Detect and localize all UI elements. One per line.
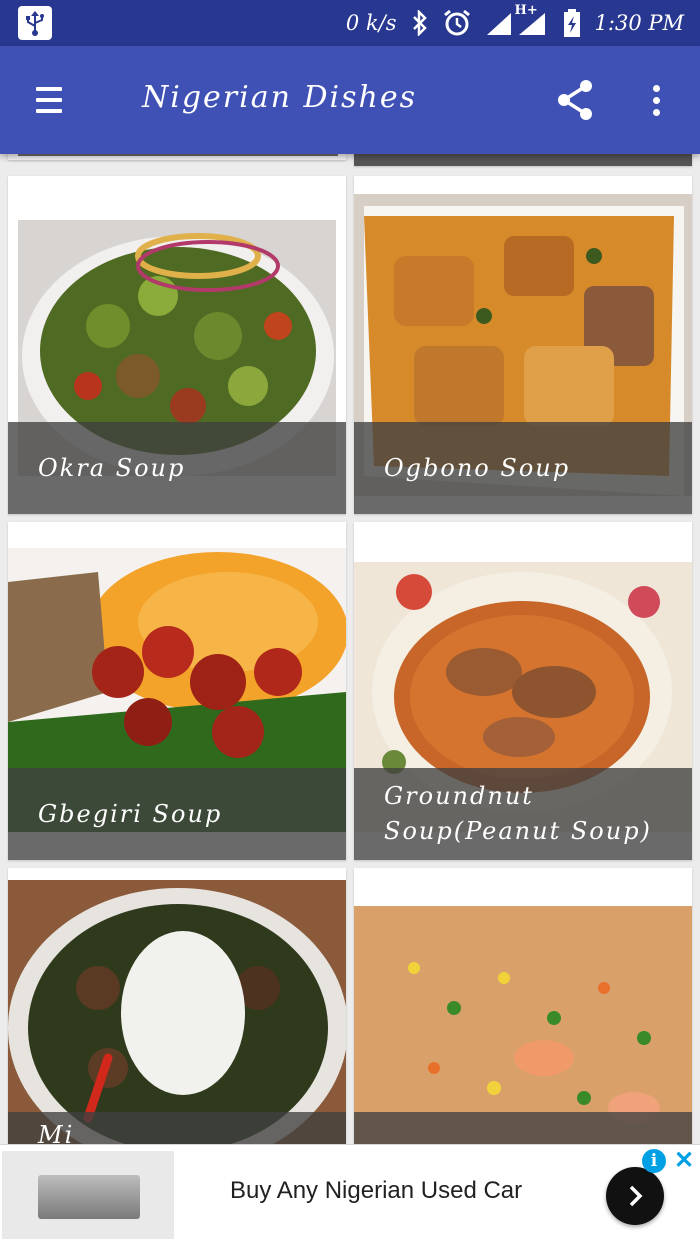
clock-time: 1:30 PM: [594, 11, 684, 35]
battery-icon: [563, 8, 581, 38]
app-bar: Nigerian Dishes: [0, 46, 700, 154]
ad-banner[interactable]: Buy Any Nigerian Used Car i ✕: [0, 1144, 700, 1244]
dish-title: Mi: [8, 1112, 346, 1144]
hamburger-menu-icon[interactable]: [24, 76, 72, 124]
dish-title: Gbegiri Soup: [8, 768, 346, 860]
dish-grid: Okra Soup Ogbono Soup Gbegiri Soup Groun…: [0, 154, 700, 1144]
dish-image: [354, 868, 692, 1144]
share-icon[interactable]: [552, 76, 600, 124]
alarm-icon: [443, 9, 471, 37]
dish-card-row3-right[interactable]: [354, 868, 692, 1144]
bluetooth-icon: [411, 10, 429, 36]
ad-info-icon[interactable]: i: [642, 1149, 666, 1173]
dish-title: Groundnut Soup(Peanut Soup): [354, 768, 692, 860]
status-bar: 0 k/s H+ 1:30 PM: [0, 0, 700, 46]
car-image: [38, 1175, 140, 1219]
dish-title: [354, 1112, 692, 1144]
dish-title: Ogbono Soup: [354, 422, 692, 514]
ad-close-icon[interactable]: ✕: [672, 1147, 696, 1174]
dish-card-groundnut-soup[interactable]: Groundnut Soup(Peanut Soup): [354, 522, 692, 860]
dish-card-okra-soup[interactable]: Okra Soup: [8, 176, 346, 514]
chevron-right-icon[interactable]: [606, 1167, 664, 1225]
dish-image: [8, 868, 346, 1144]
net-speed: 0 k/s: [345, 11, 397, 35]
signal-icon: H+: [485, 3, 549, 37]
dish-card-gbegiri-soup[interactable]: Gbegiri Soup: [8, 522, 346, 860]
dish-card-ogbono-soup[interactable]: Ogbono Soup: [354, 176, 692, 514]
app-title: Nigerian Dishes: [142, 80, 417, 115]
dish-title: Okra Soup: [8, 422, 346, 514]
usb-icon: [18, 6, 52, 40]
dish-card-partial-left[interactable]: [8, 154, 346, 160]
dish-card-row3-left[interactable]: Mi: [8, 868, 346, 1144]
ad-text[interactable]: Buy Any Nigerian Used Car: [230, 1177, 522, 1205]
dish-card-partial-right[interactable]: [354, 154, 692, 166]
network-type: H+: [514, 3, 538, 18]
ad-image[interactable]: [2, 1151, 174, 1239]
more-vert-icon[interactable]: [636, 76, 676, 124]
